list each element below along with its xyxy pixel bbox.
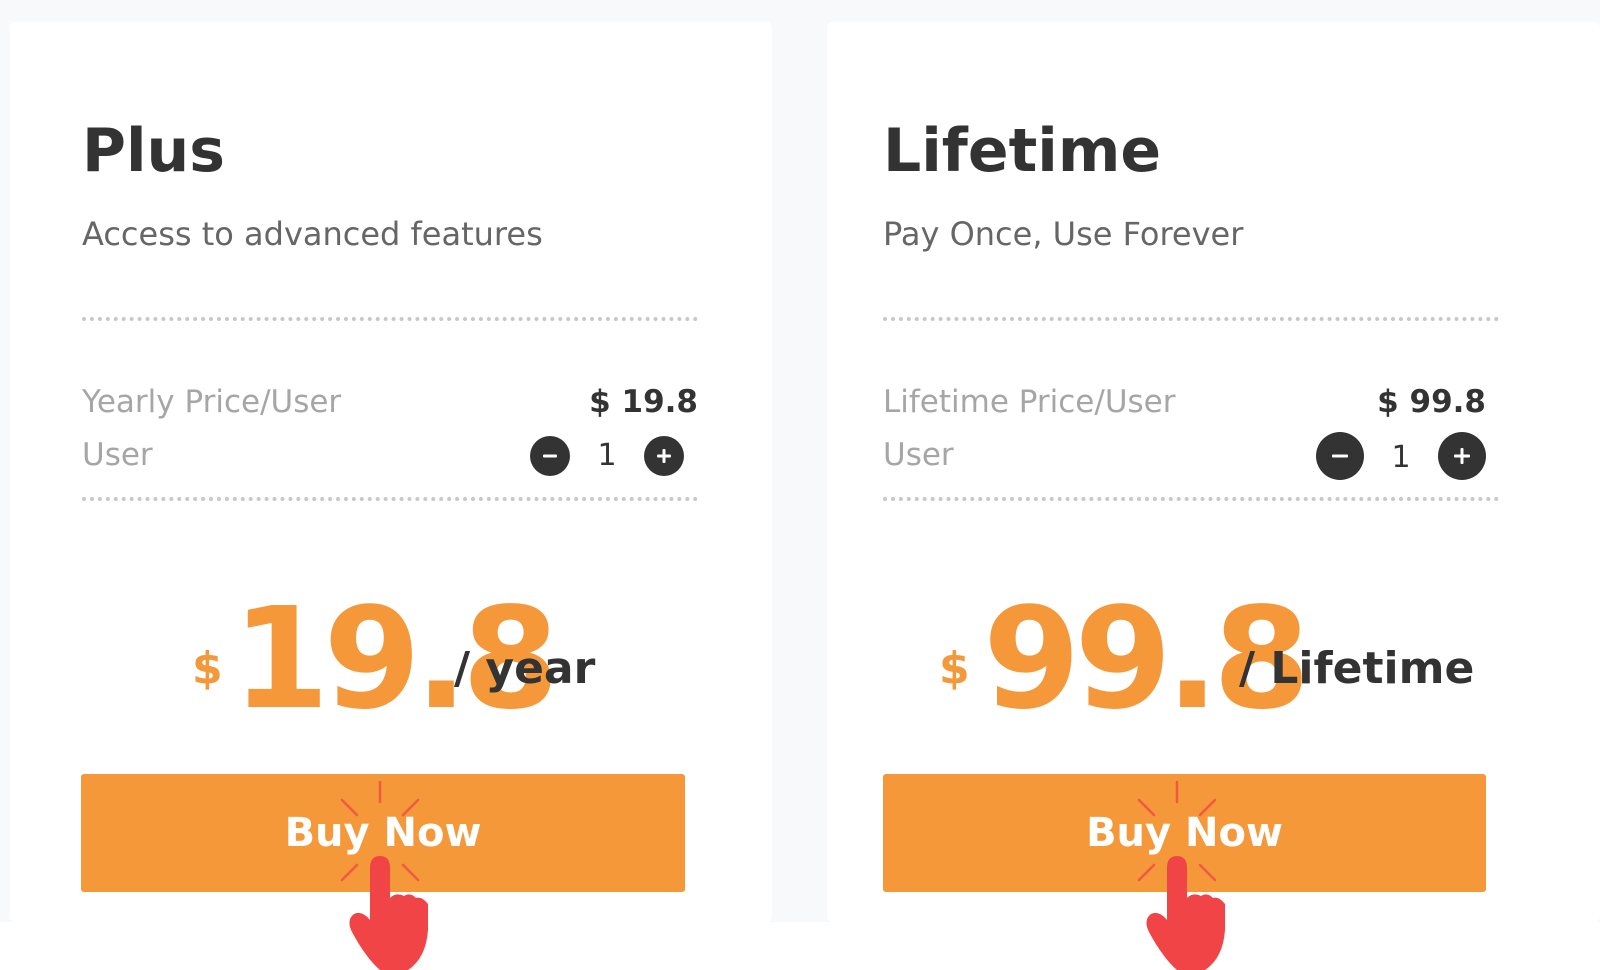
plan-title: Lifetime: [883, 116, 1162, 186]
plan-card-lifetime: Lifetime Pay Once, Use Forever Lifetime …: [827, 22, 1600, 970]
minus-icon: [1330, 446, 1350, 466]
price-period: / year: [454, 643, 596, 694]
minus-icon: [541, 447, 559, 465]
buy-now-button[interactable]: Buy Now: [81, 774, 685, 892]
plan-subtitle: Access to advanced features: [82, 215, 543, 253]
price-period: / Lifetime: [1239, 643, 1475, 694]
price-per-user-label: Lifetime Price/User: [883, 384, 1176, 420]
divider-top: [82, 317, 698, 321]
currency-symbol: $: [192, 643, 223, 694]
buy-now-label: Buy Now: [1086, 810, 1283, 856]
price-per-user-value: $ 19.8: [589, 384, 698, 420]
decrement-button[interactable]: [1316, 432, 1364, 480]
buy-now-label: Buy Now: [284, 810, 482, 856]
price-per-user-value: $ 99.8: [1377, 384, 1486, 420]
increment-button[interactable]: [644, 436, 684, 476]
currency-symbol: $: [939, 643, 970, 694]
divider-top: [883, 317, 1499, 321]
plan-card-plus: Plus Access to advanced features Yearly …: [10, 22, 772, 970]
increment-button[interactable]: [1438, 432, 1486, 480]
plan-subtitle: Pay Once, Use Forever: [883, 215, 1244, 253]
user-label: User: [82, 437, 153, 473]
quantity-value[interactable]: 1: [1381, 438, 1421, 478]
plan-title: Plus: [82, 116, 225, 186]
price-per-user-label: Yearly Price/User: [82, 384, 342, 420]
user-label: User: [883, 437, 954, 473]
plus-icon: [655, 447, 673, 465]
divider-bottom: [883, 497, 1499, 501]
decrement-button[interactable]: [530, 436, 570, 476]
quantity-value[interactable]: 1: [587, 436, 627, 476]
divider-bottom: [82, 497, 698, 501]
buy-now-button[interactable]: Buy Now: [883, 774, 1486, 892]
plus-icon: [1452, 446, 1472, 466]
